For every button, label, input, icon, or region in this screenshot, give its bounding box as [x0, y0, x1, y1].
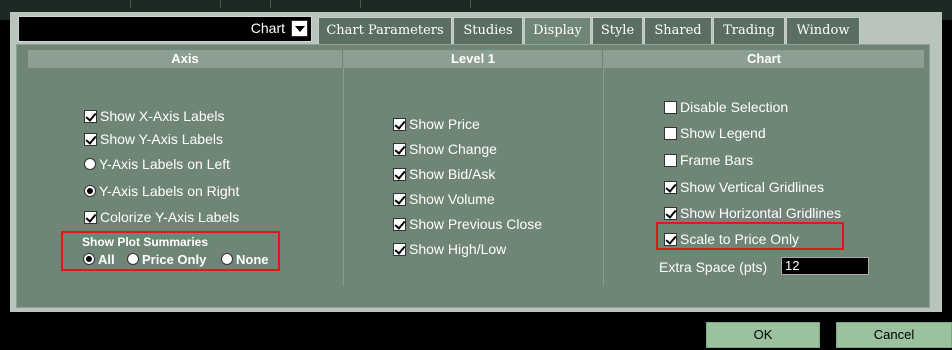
show-high-low-checkbox[interactable]: Show High/Low	[393, 240, 506, 258]
tab-shared[interactable]: Shared	[644, 17, 712, 44]
option-label: Show Volume	[409, 191, 495, 207]
column-divider	[343, 50, 344, 286]
plot-summary-none-radio[interactable]: None	[221, 251, 269, 269]
checkbox-checked-icon[interactable]	[664, 233, 677, 246]
show-horizontal-gridlines-checkbox[interactable]: Show Horizontal Gridlines	[664, 204, 841, 222]
dropdown-value: Chart	[250, 20, 285, 36]
scale-to-price-only-checkbox[interactable]: Scale to Price Only	[664, 230, 799, 248]
show-change-checkbox[interactable]: Show Change	[393, 140, 497, 158]
column-divider	[603, 50, 604, 286]
checkbox-checked-icon[interactable]	[393, 168, 406, 181]
toolbar-segment	[270, 0, 361, 8]
show-price-checkbox[interactable]: Show Price	[393, 115, 480, 133]
show-volume-checkbox[interactable]: Show Volume	[393, 190, 495, 208]
checkbox-checked-icon[interactable]	[664, 181, 677, 194]
option-label: Show Bid/Ask	[409, 166, 496, 182]
checkbox-checked-icon[interactable]	[664, 207, 677, 220]
disable-selection-checkbox[interactable]: Disable Selection	[664, 98, 788, 116]
option-label: Show Y-Axis Labels	[100, 131, 223, 147]
tab-chart-parameters[interactable]: Chart Parameters	[318, 17, 452, 44]
option-label: Y-Axis Labels on Right	[99, 183, 240, 199]
settings-category-dropdown[interactable]: Chart	[18, 16, 312, 42]
option-label: Show Change	[409, 141, 497, 157]
tab-trading[interactable]: Trading	[713, 17, 785, 44]
y-axis-right-radio[interactable]: Y-Axis Labels on Right	[84, 182, 239, 200]
radio-unselected-icon[interactable]	[84, 158, 96, 170]
option-label: Show Previous Close	[409, 216, 543, 232]
radio-selected-icon[interactable]	[83, 253, 95, 265]
checkbox-checked-icon[interactable]	[393, 218, 406, 231]
level1-column-header: Level 1	[344, 50, 602, 68]
radio-selected-icon[interactable]	[84, 185, 96, 197]
option-label: None	[236, 252, 269, 267]
option-label: Show High/Low	[409, 241, 507, 257]
ok-button[interactable]: OK	[706, 322, 820, 348]
checkbox-checked-icon[interactable]	[393, 243, 406, 256]
show-y-axis-labels-checkbox[interactable]: Show Y-Axis Labels	[84, 130, 223, 148]
option-label: Disable Selection	[680, 99, 789, 115]
toolbar-segment	[220, 0, 271, 8]
plot-summary-price-only-radio[interactable]: Price Only	[127, 251, 206, 269]
tab-studies[interactable]: Studies	[453, 17, 523, 44]
axis-column-header: Axis	[28, 50, 342, 68]
colorize-y-axis-labels-checkbox[interactable]: Colorize Y-Axis Labels	[84, 208, 239, 226]
checkbox-unchecked-icon[interactable]	[664, 154, 677, 167]
show-previous-close-checkbox[interactable]: Show Previous Close	[393, 215, 542, 233]
show-x-axis-labels-checkbox[interactable]: Show X-Axis Labels	[84, 107, 225, 125]
option-label: Frame Bars	[680, 152, 754, 168]
radio-unselected-icon[interactable]	[127, 253, 139, 265]
plot-summaries-title: Show Plot Summaries	[82, 235, 209, 249]
option-label: Show X-Axis Labels	[100, 108, 225, 124]
option-label: Show Vertical Gridlines	[680, 179, 824, 195]
option-label: All	[98, 252, 115, 267]
show-legend-checkbox[interactable]: Show Legend	[664, 124, 766, 142]
plot-summary-all-radio[interactable]: All	[83, 251, 115, 269]
option-label: Show Legend	[680, 125, 766, 141]
option-label: Colorize Y-Axis Labels	[100, 209, 240, 225]
show-vertical-gridlines-checkbox[interactable]: Show Vertical Gridlines	[664, 178, 824, 196]
extra-space-input[interactable]: 12	[781, 257, 869, 275]
toolbar-segment	[60, 0, 131, 8]
chart-column-header: Chart	[604, 50, 924, 68]
checkbox-checked-icon[interactable]	[393, 193, 406, 206]
option-label: Show Price	[409, 116, 480, 132]
tab-window[interactable]: Window	[786, 17, 860, 44]
tab-style[interactable]: Style	[592, 17, 643, 44]
extra-space-label: Extra Space (pts)	[659, 259, 768, 275]
option-label: Scale to Price Only	[680, 231, 800, 247]
checkbox-checked-icon[interactable]	[84, 211, 97, 224]
checkbox-unchecked-icon[interactable]	[664, 127, 677, 140]
checkbox-checked-icon[interactable]	[84, 110, 97, 123]
tab-display[interactable]: Display	[524, 17, 591, 44]
option-label: Show Horizontal Gridlines	[680, 205, 842, 221]
radio-unselected-icon[interactable]	[221, 253, 233, 265]
y-axis-left-radio[interactable]: Y-Axis Labels on Left	[84, 155, 230, 173]
option-label: Price Only	[142, 252, 207, 267]
show-bid-ask-checkbox[interactable]: Show Bid/Ask	[393, 165, 495, 183]
checkbox-unchecked-icon[interactable]	[664, 101, 677, 114]
checkbox-checked-icon[interactable]	[84, 133, 97, 146]
toolbar-segment	[360, 0, 471, 8]
cancel-button[interactable]: Cancel	[836, 322, 952, 348]
chevron-down-icon[interactable]	[291, 20, 308, 37]
frame-bars-checkbox[interactable]: Frame Bars	[664, 151, 753, 169]
checkbox-checked-icon[interactable]	[393, 143, 406, 156]
option-label: Y-Axis Labels on Left	[99, 156, 231, 172]
checkbox-checked-icon[interactable]	[393, 118, 406, 131]
toolbar-segment	[130, 0, 221, 8]
